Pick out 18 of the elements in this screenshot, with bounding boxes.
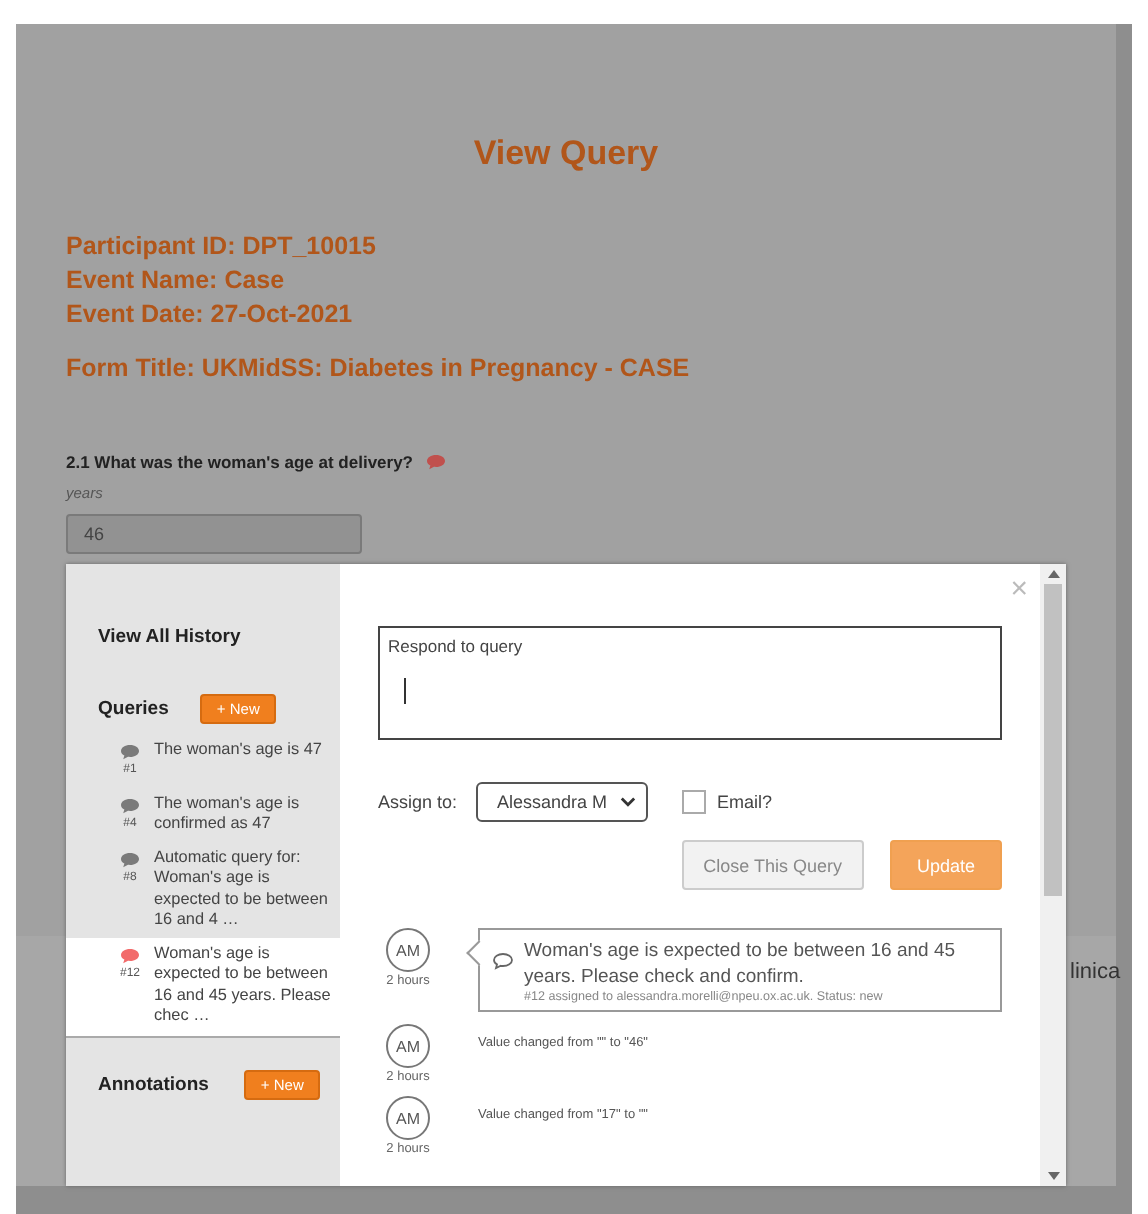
assignee-dropdown[interactable]: Alessandra M <box>475 782 648 822</box>
page-title: View Query <box>471 134 661 174</box>
detail-line: Event Name: Case <box>66 264 287 298</box>
email-label: Email? <box>717 792 773 812</box>
background-text: linica <box>1070 960 1121 984</box>
question-label: 2.1 What was the woman's age at delivery? <box>66 452 413 472</box>
avatar: AM <box>386 928 430 972</box>
form-title: Form Title: UKMidSS: Diabetes in Pregnancy - CASE <box>66 352 692 386</box>
avatar: AM <box>386 1024 430 1068</box>
detail-line: Event Date: 27-Oct-2021 <box>66 298 355 332</box>
comment-text: Woman's age is expected to be between 16 and 45 years. Please check and confirm. <box>524 938 958 990</box>
avatar: AM <box>386 1096 430 1140</box>
annotations-heading: Annotations <box>98 1073 209 1095</box>
assign-label: Assign to: <box>378 792 458 812</box>
response-field[interactable]: Respond to query <box>378 626 1002 740</box>
view-history-link[interactable]: View All History <box>66 626 340 648</box>
queries-heading: Queries <box>98 698 169 720</box>
detail-line: Participant ID: DPT_10015 <box>66 230 378 264</box>
